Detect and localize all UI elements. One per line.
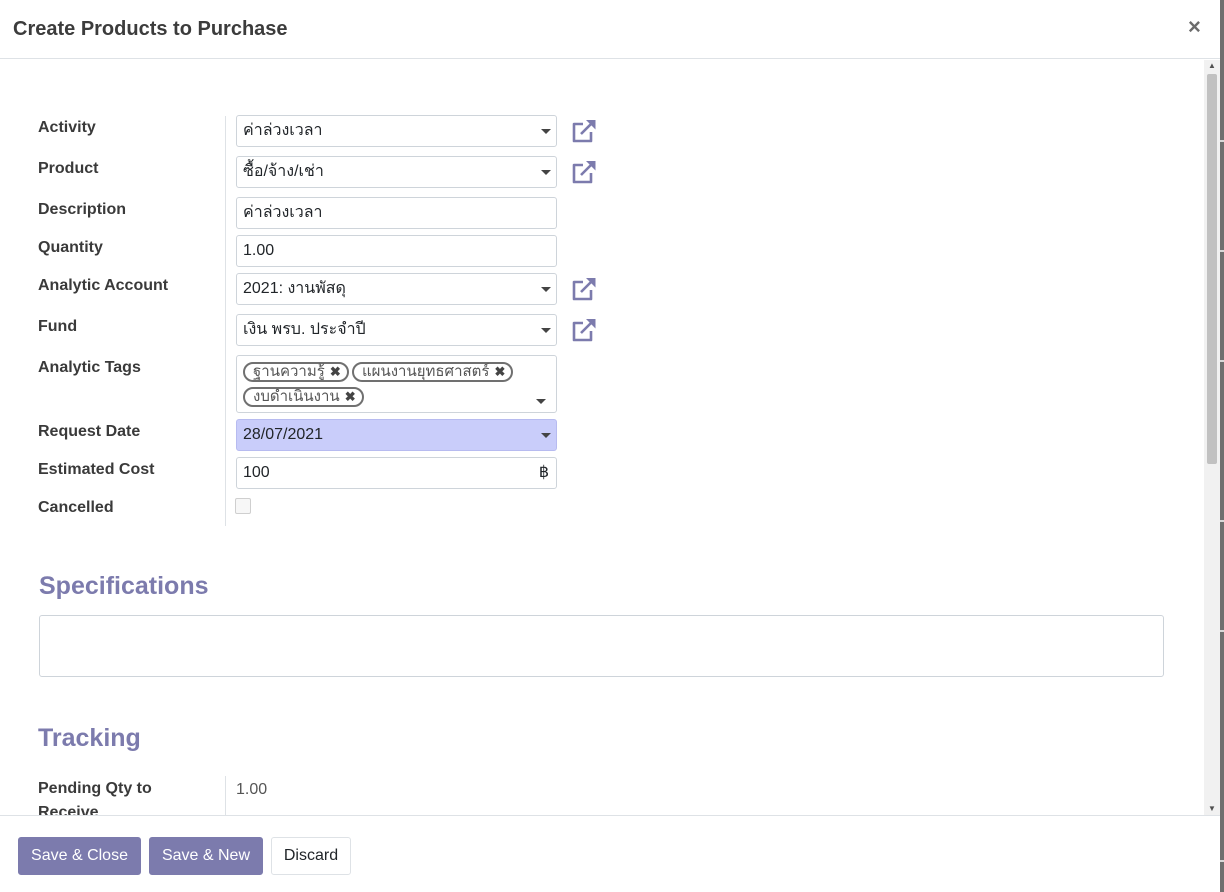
product-label: Product: [38, 160, 99, 177]
field-divider: [225, 776, 226, 815]
activity-select[interactable]: ค่าล่วงเวลา: [236, 115, 557, 147]
tag-label: งบดำเนินงาน: [253, 388, 340, 405]
request-date-label: Request Date: [38, 423, 141, 440]
field-divider: [225, 116, 226, 526]
description-label: Description: [38, 201, 127, 218]
pending-qty-label-line: Pending Qty to: [38, 780, 152, 797]
scrollbar[interactable]: ▲ ▼: [1204, 60, 1220, 815]
scroll-up-icon[interactable]: ▲: [1204, 60, 1220, 72]
fund-select[interactable]: เงิน พรบ. ประจำปี: [236, 314, 557, 346]
estimated-cost-value: 100: [243, 464, 270, 481]
analytic-tags-input[interactable]: ฐานความรู้ ✖ แผนงานยุทธศาสตร์ ✖ งบดำเนิน…: [236, 355, 557, 413]
fund-label: Fund: [38, 318, 78, 335]
cancelled-label: Cancelled: [38, 499, 114, 516]
dialog-body[interactable]: Activity ค่าล่วงเวลา Product ซื้อ/จ้าง/เ…: [0, 60, 1204, 815]
tag-badge: งบดำเนินงาน ✖: [243, 387, 364, 407]
tag-badge: ฐานความรู้ ✖: [243, 362, 349, 382]
pending-qty-label-line: Receive: [38, 804, 99, 815]
description-value: ค่าล่วงเวลา: [243, 204, 323, 221]
tracking-heading: Tracking: [38, 724, 141, 752]
dialog-title: Create Products to Purchase: [13, 18, 288, 40]
pending-qty-value: 1.00: [236, 781, 268, 798]
tag-label: ฐานความรู้: [253, 363, 325, 380]
analytic-account-label: Analytic Account: [38, 277, 169, 294]
tag-label: แผนงานยุทธศาสตร์: [362, 363, 490, 380]
close-button[interactable]: ×: [1188, 14, 1201, 40]
fund-value: เงิน พรบ. ประจำปี: [243, 321, 366, 338]
save-new-button[interactable]: Save & New: [149, 837, 263, 875]
scroll-down-icon[interactable]: ▼: [1204, 803, 1220, 815]
external-link-icon[interactable]: [571, 277, 597, 301]
caret-down-icon[interactable]: [536, 399, 546, 404]
background-edge: [1220, 0, 1224, 892]
caret-down-icon[interactable]: [541, 129, 551, 134]
tag-badge: แผนงานยุทธศาสตร์ ✖: [352, 362, 514, 382]
discard-button[interactable]: Discard: [271, 837, 351, 875]
external-link-icon[interactable]: [571, 119, 597, 143]
save-close-button[interactable]: Save & Close: [18, 837, 141, 875]
close-icon[interactable]: ✖: [345, 389, 356, 405]
quantity-value: 1.00: [243, 242, 275, 259]
request-date-value: 28/07/2021: [243, 426, 324, 443]
close-icon[interactable]: ✖: [495, 364, 506, 380]
specifications-heading: Specifications: [39, 572, 209, 600]
activity-value: ค่าล่วงเวลา: [243, 122, 323, 139]
analytic-account-select[interactable]: 2021: งานพัสดุ: [236, 273, 557, 305]
analytic-tags-label: Analytic Tags: [38, 359, 141, 376]
modal-header: Create Products to Purchase ×: [0, 0, 1220, 59]
product-value: ซื้อ/จ้าง/เช่า: [243, 163, 324, 180]
external-link-icon[interactable]: [571, 160, 597, 184]
quantity-label: Quantity: [38, 239, 103, 256]
currency-symbol: ฿: [538, 464, 549, 481]
product-select[interactable]: ซื้อ/จ้าง/เช่า: [236, 156, 557, 188]
estimated-cost-input[interactable]: 100 ฿: [236, 457, 557, 489]
cancelled-checkbox[interactable]: [235, 498, 251, 514]
estimated-cost-label: Estimated Cost: [38, 461, 155, 478]
pending-qty-label: Pending Qty to Receive: [38, 777, 208, 815]
activity-label: Activity: [38, 119, 96, 136]
caret-down-icon[interactable]: [541, 328, 551, 333]
caret-down-icon[interactable]: [541, 287, 551, 292]
caret-down-icon[interactable]: [541, 433, 551, 438]
caret-down-icon[interactable]: [541, 170, 551, 175]
specifications-input[interactable]: [39, 615, 1164, 677]
quantity-input[interactable]: 1.00: [236, 235, 557, 267]
analytic-account-value: 2021: งานพัสดุ: [243, 280, 346, 297]
modal-footer: Save & Close Save & New Discard: [0, 815, 1220, 892]
external-link-icon[interactable]: [571, 318, 597, 342]
request-date-input[interactable]: 28/07/2021: [236, 419, 557, 451]
close-icon[interactable]: ✖: [330, 364, 341, 380]
description-input[interactable]: ค่าล่วงเวลา: [236, 197, 557, 229]
scrollbar-thumb[interactable]: [1207, 74, 1217, 464]
